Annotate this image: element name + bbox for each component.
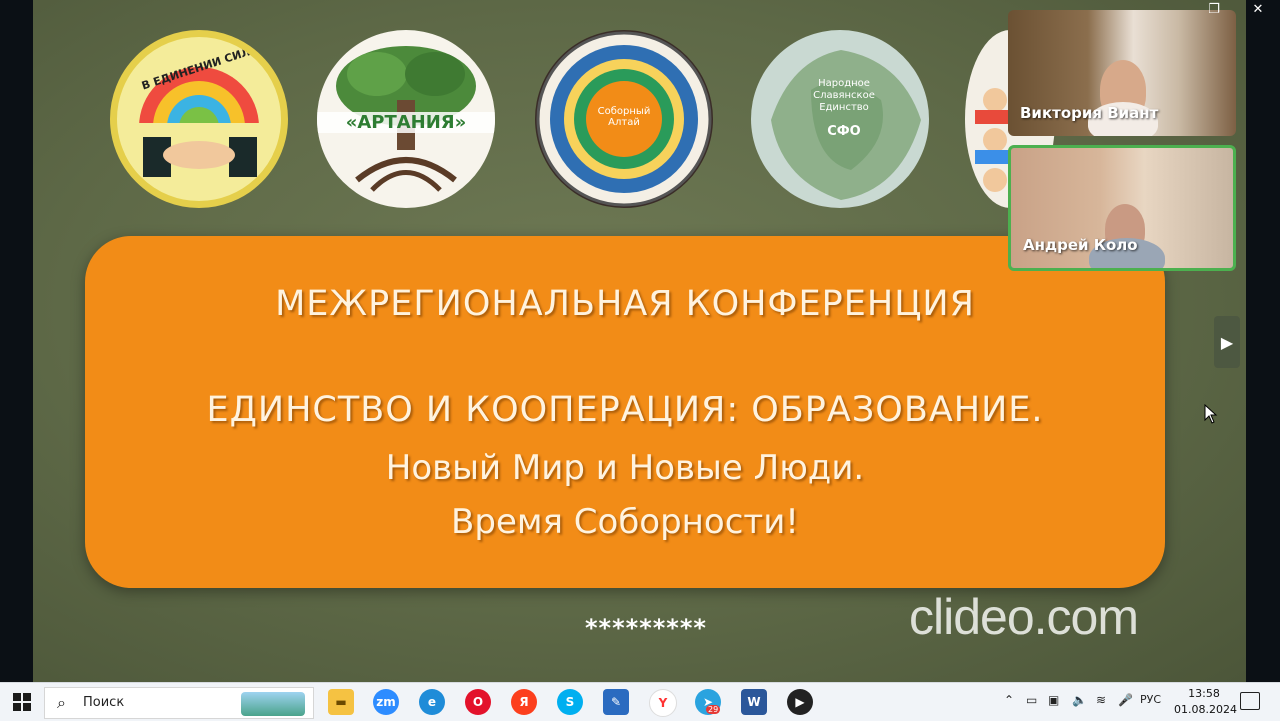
edge-icon[interactable]: e [419,689,445,715]
microphone-icon[interactable]: 🎤 [1118,693,1133,707]
participant-video-tile[interactable]: Виктория Виант [1008,10,1236,136]
mouse-cursor-icon [1204,403,1218,428]
logo4-caption: Народное Славянское Единство СФО [799,78,889,138]
logo-artania: «АРТАНИЯ» [317,30,495,208]
windows-start-icon[interactable] [13,693,31,711]
next-slide-button[interactable]: ▶ [1214,316,1240,368]
logo-slavic-unity-map: Народное Славянское Единство СФО [751,30,929,208]
participant-name: Андрей Коло [1023,236,1138,254]
logo4-abbr: СФО [827,124,861,139]
zoom-icon[interactable]: zm [373,689,399,715]
volume-icon[interactable]: 🔈 [1072,693,1087,707]
editor-icon[interactable]: ✎ [603,689,629,715]
battery-icon[interactable]: ▭ [1026,693,1037,707]
participant-name: Виктория Виант [1020,104,1159,122]
taskbar-clock[interactable]: 13:58 01.08.2024 [1174,686,1237,718]
logo-unity-strength: В ЕДИНЕНИИ СИЛА [110,30,288,208]
play-arrow-icon: ▶ [1220,332,1234,352]
telegram-badge: 29 [706,705,721,714]
media-player-icon[interactable]: ▶ [787,689,813,715]
notifications-icon[interactable] [1240,692,1260,710]
file-explorer-icon[interactable]: ▬ [328,689,354,715]
logo4-line3: Единство [819,102,869,113]
banner-line1: МЕЖРЕГИОНАЛЬНАЯ КОНФЕРЕНЦИЯ [275,284,975,324]
clock-time: 13:58 [1188,687,1220,700]
clock-date: 01.08.2024 [1174,703,1237,716]
left-black-bar [0,0,33,682]
wifi-icon[interactable]: ≋ [1096,693,1106,707]
meet-now-icon[interactable]: ▣ [1048,693,1059,707]
participant-video-tile-active[interactable]: Андрей Коло [1008,145,1236,271]
logo3-caption: Соборный Алтай [597,106,651,128]
word-icon[interactable]: W [741,689,767,715]
language-indicator[interactable]: РУС [1140,693,1161,706]
yandex-browser-icon[interactable]: Y [649,689,677,717]
right-black-bar [1246,0,1280,682]
banner-line2: ЕДИНСТВО И КООПЕРАЦИЯ: ОБРАЗОВАНИЕ. [206,390,1044,430]
search-icon: ⌕ [57,693,66,712]
search-placeholder: Поиск [83,695,125,710]
windows-taskbar: ⌕ Поиск ▬ zm e O Я S ✎ Y ➤ 29 W ▶ ⌃ ▭ ▣ … [0,682,1280,721]
conference-banner: МЕЖРЕГИОНАЛЬНАЯ КОНФЕРЕНЦИЯ ЕДИНСТВО И К… [85,236,1165,588]
logo-sobornyi-altai: Соборный Алтай [535,30,713,208]
logo4-line2: Славянское [813,90,875,101]
show-hidden-icons-icon[interactable]: ⌃ [1004,693,1014,707]
search-highlight-image [241,692,305,716]
stars-divider: ********* [585,614,707,642]
restore-window-icon[interactable]: ❐ [1198,2,1230,17]
opera-icon[interactable]: O [465,689,491,715]
logo4-line1: Народное [818,78,870,89]
yandex-icon[interactable]: Я [511,689,537,715]
watermark: clideo.com [909,589,1139,645]
close-window-icon[interactable]: ✕ [1242,2,1274,17]
taskbar-search-box[interactable]: ⌕ Поиск [44,687,314,719]
banner-line4: Время Соборности! [451,502,799,542]
logo2-caption: «АРТАНИЯ» [317,112,495,133]
banner-line3: Новый Мир и Новые Люди. [385,448,865,488]
skype-icon[interactable]: S [557,689,583,715]
